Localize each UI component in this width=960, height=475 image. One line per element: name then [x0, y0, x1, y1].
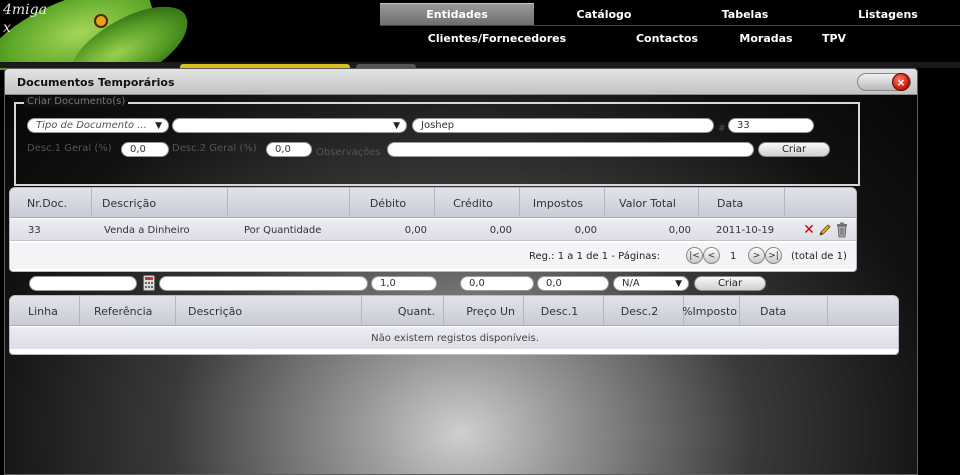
desc2-value: 0,0: [275, 144, 291, 155]
create-document-fieldset: Criar Documento(s) Tipo de Documento ...…: [14, 96, 860, 186]
header-descricao-linha[interactable]: Descrição: [176, 296, 362, 326]
close-icon[interactable]: ×: [892, 73, 910, 91]
cell-debito: 0,00: [404, 224, 427, 236]
tax-select[interactable]: N/A ▼: [613, 276, 689, 291]
sub-navigation: Clientes/Fornecedores Contactos Moradas …: [380, 28, 960, 48]
desc1-field[interactable]: 0,0: [121, 142, 169, 157]
nav-catalogo[interactable]: Catálogo: [534, 3, 674, 25]
header-actions: [785, 188, 856, 218]
header-data-linha[interactable]: Data: [740, 296, 828, 326]
line-description-field[interactable]: [159, 276, 368, 291]
empty-message: Não existem registos disponíveis.: [10, 327, 898, 349]
edit-pencil-icon[interactable]: [818, 222, 832, 238]
cell-credito: 0,00: [489, 224, 512, 236]
documents-pager: Reg.: 1 a 1 de 1 - Páginas: |< < 1 > >| …: [10, 243, 856, 269]
lines-grid-header: Linha Referência Descrição Quant. Preço …: [10, 296, 898, 326]
subnav-tpv[interactable]: TPV: [812, 28, 856, 48]
header-blank: [228, 188, 350, 218]
pager-total: (total de 1): [791, 251, 847, 262]
header-desc1[interactable]: Desc.1: [524, 296, 604, 326]
header-nr-doc[interactable]: Nr.Doc.: [10, 188, 92, 218]
nav-divider: [380, 25, 960, 26]
document-number-field[interactable]: 33: [728, 118, 814, 133]
observacoes-field[interactable]: [387, 142, 754, 157]
documents-grid-header: Nr.Doc. Descrição Débito Crédito Imposto…: [10, 188, 856, 218]
entity-name-field[interactable]: Joshep: [412, 118, 714, 133]
window-title: Documentos Temporários: [17, 76, 175, 89]
fieldset-legend: Criar Documento(s): [24, 96, 129, 107]
header-debito[interactable]: Débito: [350, 188, 435, 218]
observacoes-label: Observações: [316, 147, 381, 158]
pager-first-button[interactable]: |<: [686, 247, 703, 264]
logo-line-1: 4miga: [3, 2, 47, 18]
entity-select[interactable]: ▼: [172, 118, 407, 133]
nav-listagens[interactable]: Listagens: [816, 3, 960, 25]
unit-price-field[interactable]: 0,0: [460, 276, 534, 291]
cell-impostos: 0,00: [574, 224, 597, 236]
desc1-label: Desc.1 Geral (%): [27, 143, 112, 154]
discount-field[interactable]: 0,0: [537, 276, 609, 291]
pager-prev-button[interactable]: <: [703, 247, 720, 264]
header-credito[interactable]: Crédito: [435, 188, 520, 218]
subnav-clientes-fornecedores[interactable]: Clientes/Fornecedores: [380, 28, 614, 48]
chevron-down-icon: ▼: [155, 121, 162, 131]
cell-nr-doc: 33: [28, 224, 41, 236]
window-controls: ×: [857, 73, 911, 91]
pager-last-button[interactable]: >|: [765, 247, 782, 264]
cell-data: 2011-10-19: [716, 224, 775, 236]
cell-valor-total: 0,00: [668, 224, 691, 236]
table-row[interactable]: 33 Venda a Dinheiro Por Quantidade 0,00 …: [10, 219, 856, 241]
window-titlebar: Documentos Temporários ×: [5, 69, 917, 95]
chevron-down-icon: ▼: [675, 279, 682, 289]
documentos-temporarios-window: Documentos Temporários × Criar Documento…: [4, 68, 918, 475]
cell-descricao: Venda a Dinheiro: [104, 224, 190, 236]
desc2-field[interactable]: 0,0: [266, 142, 312, 157]
brand-logo: 4miga x: [0, 0, 380, 70]
header-impostos[interactable]: Impostos: [520, 188, 605, 218]
nav-tabelas[interactable]: Tabelas: [674, 3, 816, 25]
header-quant[interactable]: Quant.: [362, 296, 444, 326]
header-referencia[interactable]: Referência: [80, 296, 176, 326]
desc2-label: Desc.2 Geral (%): [172, 143, 257, 154]
unit-price-value: 0,0: [469, 278, 485, 289]
header-data[interactable]: Data: [699, 188, 785, 218]
document-type-placeholder: Tipo de Documento ...: [36, 120, 147, 131]
quantity-value: 1,0: [380, 278, 396, 289]
pager-next-button[interactable]: >: [748, 247, 765, 264]
logo-text: 4miga x: [3, 1, 47, 37]
header-imposto[interactable]: %Imposto: [682, 296, 740, 326]
desc1-value: 0,0: [130, 144, 146, 155]
header-valor-total[interactable]: Valor Total: [605, 188, 699, 218]
delete-icon[interactable]: ✕: [802, 222, 816, 238]
header-descricao[interactable]: Descrição: [92, 188, 228, 218]
create-line-button[interactable]: Criar: [694, 276, 766, 291]
trash-icon[interactable]: [835, 221, 849, 239]
header-linha[interactable]: Linha: [10, 296, 80, 326]
header-actions-linha: [828, 296, 898, 326]
subnav-contactos[interactable]: Contactos: [614, 28, 720, 48]
cell-tipo: Por Quantidade: [244, 224, 322, 236]
document-number-value: 33: [737, 120, 750, 131]
discount-value: 0,0: [546, 278, 562, 289]
pager-info: Reg.: 1 a 1 de 1 - Páginas:: [529, 251, 661, 262]
chevron-down-icon: ▼: [393, 121, 400, 131]
lines-grid: Linha Referência Descrição Quant. Preço …: [9, 295, 899, 355]
quantity-field[interactable]: 1,0: [371, 276, 437, 291]
calculator-icon[interactable]: [143, 275, 155, 291]
header-preco-un[interactable]: Preço Un: [444, 296, 524, 326]
tax-select-value: N/A: [622, 278, 640, 289]
header-desc2[interactable]: Desc.2: [604, 296, 684, 326]
entity-name-value: Joshep: [421, 120, 455, 131]
document-type-select[interactable]: Tipo de Documento ... ▼: [27, 118, 169, 133]
logo-line-2: x: [3, 20, 11, 36]
create-document-button[interactable]: Criar: [758, 142, 830, 157]
ladybug-icon: [96, 16, 106, 26]
nav-entidades[interactable]: Entidades: [380, 3, 534, 25]
documents-grid: Nr.Doc. Descrição Débito Crédito Imposto…: [9, 187, 857, 272]
hash-label: #: [718, 124, 726, 134]
subnav-moradas[interactable]: Moradas: [720, 28, 812, 48]
main-navigation: Entidades Catálogo Tabelas Listagens: [380, 3, 960, 25]
pager-current-page: 1: [730, 251, 737, 262]
reference-field[interactable]: [29, 276, 137, 291]
